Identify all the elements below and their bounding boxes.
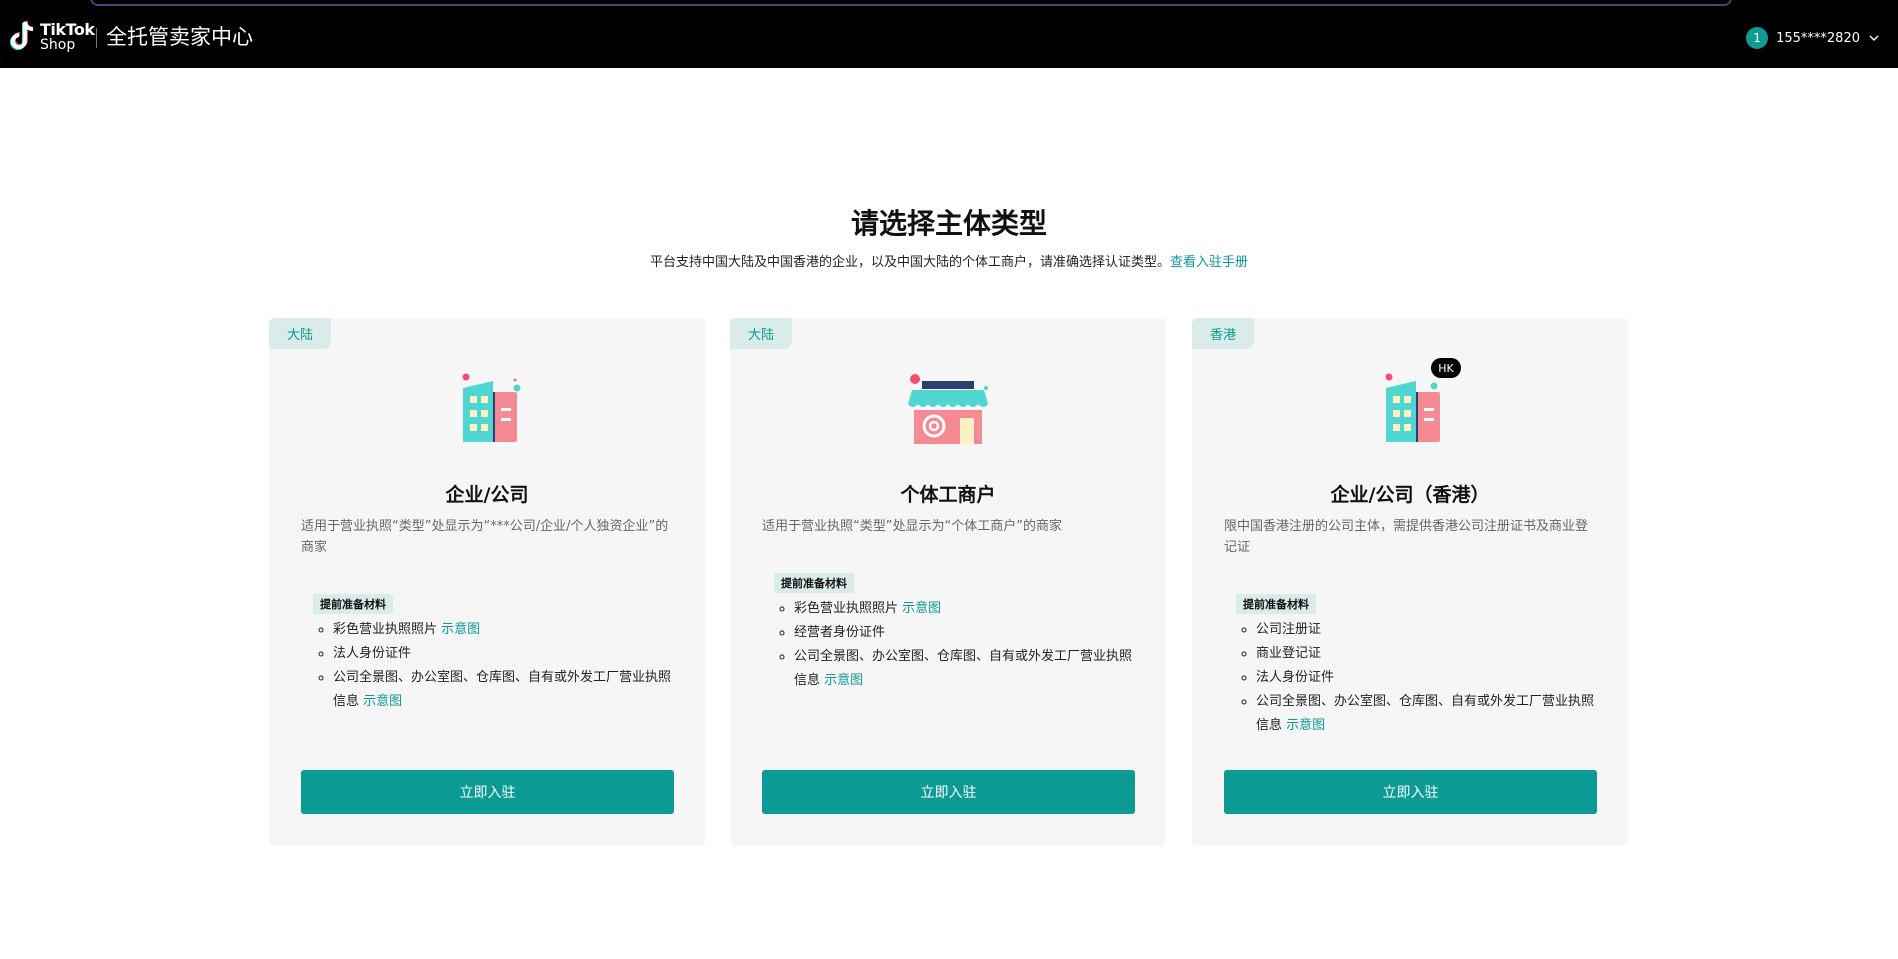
list-item: 法人身份证件 [1256,666,1596,690]
list-item: 公司注册证 [1256,618,1596,642]
example-link[interactable]: 示意图 [1286,718,1325,733]
list-item: 公司全景图、办公室图、仓库图、自有或外发工厂营业执照信息 示意图 [1256,690,1596,738]
page-title: 请选择主体类型 [850,207,1047,240]
card-title: 企业/公司（香港） [1330,484,1490,506]
card-description: 适用于营业执照“类型”处显示为“***公司/企业/个人独资企业”的商家 [301,519,669,555]
card-title: 企业/公司 [445,484,529,506]
app-title: 全托管卖家中心 [106,25,253,49]
hk-badge-text: HK [1438,361,1454,375]
region-tag: 香港 [1192,318,1254,349]
materials-list: 彩色营业执照照片 示意图 经营者身份证件 公司全景图、办公室图、仓库图、自有或外… [762,597,1134,693]
region-tag: 大陆 [730,318,792,349]
browser-edge [90,0,1732,6]
list-item: 公司全景图、办公室图、仓库图、自有或外发工厂营业执照信息 示意图 [794,645,1134,693]
hk-badge: HK [1431,358,1461,378]
logo-divider [96,28,97,48]
list-item: 商业登记证 [1256,642,1596,666]
list-item-text: 经营者身份证件 [794,625,886,640]
list-item-text: 法人身份证件 [333,646,412,661]
subtitle-text: 平台支持中国大陆及中国香港的企业，以及中国大陆的个体工商户，请准确选择认证类型。 [649,255,1170,270]
card-description: 限中国香港注册的公司主体，需提供香港公司注册证书及商业登记证 [1224,519,1589,555]
apply-button[interactable]: 立即入驻 [762,770,1135,814]
top-bar: TikTok Shop 全托管卖家中心 1 155****2820 [0,0,1898,68]
card-title: 个体工商户 [900,484,996,506]
tiktok-shop-logo[interactable]: TikTok Shop [8,20,98,54]
list-item-text: 彩色营业执照照片 [794,601,899,616]
materials-list: 公司注册证 商业登记证 法人身份证件 公司全景图、办公室图、仓库图、自有或外发工… [1224,618,1596,738]
card-individual-business: 大陆 个体工商户 适用于营业执照“类型”处显示为“个体工商户”的商家 提前准备材… [730,318,1166,846]
region-tag: 大陆 [269,318,331,349]
tiktok-note-icon [10,21,34,50]
avatar: 1 [1746,27,1769,49]
logo-subtext: Shop [40,37,76,53]
list-item: 公司全景图、办公室图、仓库图、自有或外发工厂营业执照信息 示意图 [333,666,673,714]
building-hk-icon [1385,373,1440,442]
list-item: 经营者身份证件 [794,621,1134,645]
card-enterprise: 大陆 企业/公司 适用于营业执照“类型”处显示为“***公司/企业/个人独资企业… [269,318,705,846]
list-item-text: 彩色营业执照照片 [333,622,438,637]
list-item-text: 公司注册证 [1256,622,1322,637]
storefront-icon [908,374,988,444]
logo-text: TikTok [40,20,95,39]
list-item: 彩色营业执照照片 示意图 [794,597,1134,621]
list-item-text: 法人身份证件 [1256,670,1335,685]
example-link[interactable]: 示意图 [363,694,402,709]
example-link[interactable]: 示意图 [441,622,480,637]
materials-badge: 提前准备材料 [313,594,393,614]
card-description: 适用于营业执照“类型”处显示为“个体工商户”的商家 [762,519,1062,534]
apply-button[interactable]: 立即入驻 [301,770,674,814]
list-item: 法人身份证件 [333,642,673,666]
page-subtitle: 平台支持中国大陆及中国香港的企业，以及中国大陆的个体工商户，请准确选择认证类型。… [0,251,1898,270]
apply-button[interactable]: 立即入驻 [1224,770,1597,814]
user-menu[interactable]: 1 155****2820 [1746,26,1880,50]
example-link[interactable]: 示意图 [902,601,941,616]
building-icon [462,373,521,442]
manual-link[interactable]: 查看入驻手册 [1170,255,1248,270]
list-item-text: 商业登记证 [1256,646,1322,661]
chevron-down-icon [1869,35,1879,41]
example-link[interactable]: 示意图 [824,673,863,688]
list-item: 彩色营业执照照片 示意图 [333,618,673,642]
materials-badge: 提前准备材料 [774,573,854,593]
materials-badge: 提前准备材料 [1236,594,1316,614]
user-phone: 155****2820 [1776,30,1860,46]
materials-list: 彩色营业执照照片 示意图 法人身份证件 公司全景图、办公室图、仓库图、自有或外发… [301,618,673,714]
card-enterprise-hk: 香港 HK 企业/公司（香港） 限中国香港注册的公司主体，需提供香港公司注册证书… [1192,318,1628,846]
